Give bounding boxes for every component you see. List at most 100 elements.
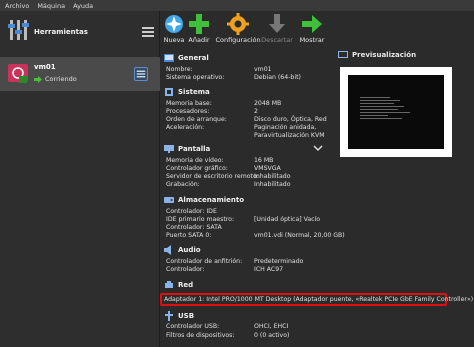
storage-title: Almacenamiento <box>178 196 245 204</box>
row-key: Controlador USB: <box>166 323 220 330</box>
discard-label: Descartar <box>261 36 293 44</box>
system-row: Procesadores: 2 <box>166 108 258 115</box>
tools-item[interactable]: Herramientas <box>0 15 160 49</box>
row-key: Servidor de escritorio remoto: <box>166 173 259 180</box>
row-key: Sistema operativo: <box>166 74 225 81</box>
settings-label: Configuración <box>215 36 261 44</box>
display-section-header[interactable]: Pantalla <box>164 143 210 155</box>
add-button[interactable]: Añadir <box>177 13 221 44</box>
running-arrow-icon <box>34 75 42 83</box>
row-value: vm01.vdi (Normal, 20,00 GB) <box>254 232 345 239</box>
row-key: Memoria de vídeo: <box>166 157 224 164</box>
network-icon <box>165 281 173 288</box>
gear-icon <box>227 13 249 35</box>
menu-ayuda[interactable]: Ayuda <box>73 2 93 10</box>
row-key: IDE primario maestro: <box>166 216 235 223</box>
system-row: Orden de arranque: Disco duro, Óptica, Re… <box>166 116 327 123</box>
audio-row: Controlador: ICH AC97 <box>166 266 283 273</box>
display-row: Memoria de vídeo: 16 MB <box>166 157 273 164</box>
network-title: Red <box>178 281 194 289</box>
storage-row: Controlador: IDE <box>166 208 217 215</box>
row-key: Nombre: <box>166 66 193 73</box>
preview-title: Previsualización <box>352 51 417 59</box>
network-adapter-value: Adaptador 1: Intel PRO/1000 MT Desktop (… <box>164 296 474 303</box>
row-key: Aceleración: <box>166 124 205 131</box>
chip-icon <box>165 88 173 96</box>
vm-state: Corriendo <box>34 75 77 83</box>
vm-name: vm01 <box>34 63 56 71</box>
menu-maquina[interactable]: Máquina <box>37 2 65 10</box>
general-row: Nombre: vm01 <box>166 66 272 73</box>
display-row: Grabación: Inhabilitado <box>166 181 290 188</box>
row-key: Orden de arranque: <box>166 116 227 123</box>
toolbar: Nueva Añadir Configuración Descartar Mos… <box>160 11 474 47</box>
usb-section-header[interactable]: USB <box>164 310 194 322</box>
vm-state-label: Corriendo <box>45 75 77 83</box>
audio-section-header[interactable]: Audio <box>164 244 201 256</box>
general-title: General <box>178 54 209 62</box>
row-key: Controlador: SATA <box>166 224 222 231</box>
storage-section-header[interactable]: Almacenamiento <box>164 194 244 206</box>
system-section-header[interactable]: Sistema <box>164 86 210 98</box>
general-section-header[interactable]: General <box>164 52 209 64</box>
discard-arrow-icon <box>269 14 285 33</box>
storage-row: Controlador: SATA <box>166 224 222 231</box>
usb-title: USB <box>178 312 195 320</box>
row-value: 16 MB <box>254 157 274 164</box>
row-key: Procesadores: <box>166 108 210 115</box>
row-value: Paravirtualización KVM <box>254 132 325 139</box>
vm-screen-preview <box>348 75 444 149</box>
preview-icon <box>338 51 348 58</box>
general-icon <box>164 54 174 62</box>
tools-label: Herramientas <box>34 28 88 36</box>
chevron-down-icon[interactable] <box>313 143 323 153</box>
console-text-lines <box>360 97 410 119</box>
row-value: Disco duro, Óptica, Red <box>254 116 327 123</box>
audio-row: Controlador de anfitrión: Predeterminado <box>166 258 303 265</box>
row-value: [Unidad óptica] Vacío <box>254 216 321 223</box>
row-value: VMSVGA <box>254 165 281 172</box>
storage-row: IDE primario maestro: [Unidad óptica] Vac… <box>166 216 320 223</box>
vm-list-item[interactable]: vm01 Corriendo <box>0 57 160 91</box>
settings-button[interactable]: Configuración <box>215 13 261 44</box>
row-key: Controlador de anfitrión: <box>166 258 243 265</box>
preview-section-header[interactable]: Previsualización <box>338 50 416 60</box>
details-pane: General Nombre: vm01 Sistema operativo: De… <box>160 47 474 347</box>
row-value: 2048 MB <box>254 100 282 107</box>
storage-icon <box>164 197 174 203</box>
row-value: Debian (64-bit) <box>254 74 301 81</box>
system-row: Aceleración: Paginación anidada, <box>166 124 316 131</box>
network-adapter-row: Adaptador 1: Intel PRO/1000 MT Desktop (… <box>164 296 473 303</box>
add-icon <box>189 14 209 34</box>
show-button[interactable]: Mostrar <box>290 13 334 44</box>
vm-details-menu-icon[interactable] <box>134 67 148 81</box>
display-row: Controlador gráfico: VMSVGA <box>166 165 281 172</box>
row-key: Puerto SATA 0: <box>166 232 212 239</box>
row-key: Controlador: IDE <box>166 208 217 215</box>
storage-row: Puerto SATA 0: vm01.vdi (Normal, 20,00 GB… <box>166 232 345 239</box>
row-key: Memoria base: <box>166 100 212 107</box>
menu-archivo[interactable]: Archivo <box>5 2 29 10</box>
display-title: Pantalla <box>178 145 211 153</box>
debian-os-icon <box>8 64 28 83</box>
row-value: Inhabilitado <box>254 173 291 180</box>
row-value: 2 <box>254 108 258 115</box>
row-key: Controlador: <box>166 266 205 273</box>
speaker-icon <box>164 245 171 255</box>
row-value: Paginación anidada, <box>254 124 317 131</box>
show-arrow-icon <box>302 15 322 33</box>
network-section-header[interactable]: Red <box>164 279 193 291</box>
system-row: Memoria base: 2048 MB <box>166 100 281 107</box>
audio-title: Audio <box>178 246 201 254</box>
menu-bar: Archivo Máquina Ayuda <box>0 0 474 11</box>
general-row: Sistema operativo: Debian (64-bit) <box>166 74 301 81</box>
row-key: Filtros de dispositivos: <box>166 332 235 339</box>
row-value: OHCI, EHCI <box>254 323 289 330</box>
row-value: ICH AC97 <box>254 266 284 273</box>
usb-row: Filtros de dispositivos: 0 (0 activo) <box>166 332 289 339</box>
row-value: vm01 <box>254 66 272 73</box>
preview-frame <box>340 67 452 157</box>
show-label: Mostrar <box>299 36 325 44</box>
row-key: Controlador gráfico: <box>166 165 228 172</box>
system-title: Sistema <box>178 88 210 96</box>
